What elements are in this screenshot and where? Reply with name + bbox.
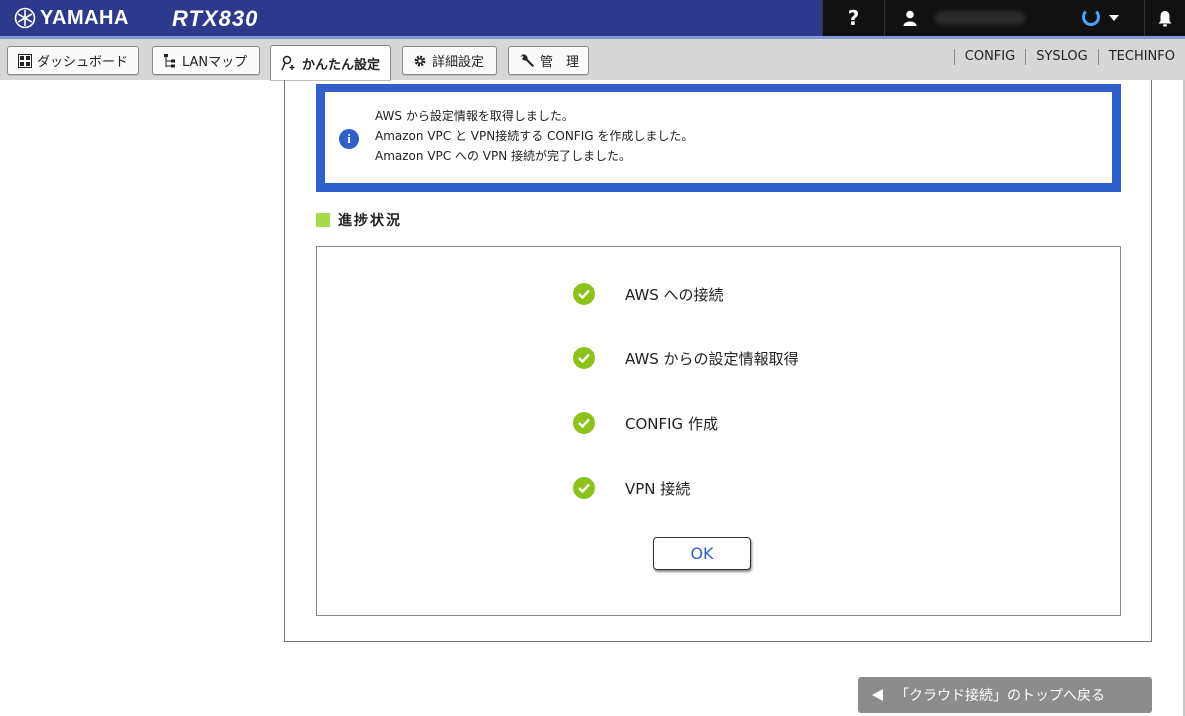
brand-name: YAMAHA [40,6,129,29]
help-button[interactable]: ? [822,0,884,36]
progress-heading: 進捗状況 [316,210,402,230]
header-tools: ? [822,0,1185,36]
brand-logo[interactable]: YAMAHA [14,7,129,29]
arrow-left-icon [872,689,883,701]
check-icon [573,347,595,369]
back-button-label: 「クラウド接続」のトップへ戻る [895,688,1105,704]
bell-icon [1158,10,1172,26]
check-icon [573,412,595,434]
progress-title: 進捗状況 [338,213,402,229]
techinfo-link[interactable]: TECHINFO [1097,49,1185,65]
check-icon [573,477,595,499]
user-name-redacted [935,11,1025,25]
tab-advanced-settings[interactable]: 詳細設定 [402,46,497,75]
syslog-link[interactable]: SYSLOG [1025,49,1098,65]
dashboard-icon [18,53,32,68]
top-header: YAMAHA RTX830 ? [0,0,1185,38]
tab-management[interactable]: 管 理 [508,46,589,75]
wand-icon [281,55,297,71]
loading-spinner-icon [1082,8,1100,26]
progress-step: AWS への接続 [573,283,724,305]
tab-dashboard[interactable]: ダッシュボード [7,46,139,75]
progress-step-label: AWS からの設定情報取得 [625,349,799,368]
progress-box: AWS への接続 AWS からの設定情報取得 CONFIG 作成 VPN 接続 … [316,246,1121,616]
check-icon [573,283,595,305]
gear-icon [413,54,427,68]
tab-lan-map[interactable]: LANマップ [152,46,260,75]
tab-easy-setup-label: かんたん設定 [302,57,381,73]
wrench-icon [519,53,535,69]
section-marker [316,213,330,227]
progress-step-label: VPN 接続 [625,479,691,498]
lan-map-icon [163,53,177,69]
yamaha-emblem-icon [14,7,36,29]
progress-step-label: AWS への接続 [625,285,724,304]
back-to-cloud-top-button[interactable]: 「クラウド接続」のトップへ戻る [858,677,1152,713]
config-link[interactable]: CONFIG [953,49,1025,65]
info-message: AWS から設定情報を取得しました。 Amazon VPC と VPN接続する … [375,106,693,166]
progress-step: AWS からの設定情報取得 [573,347,799,369]
ok-button[interactable]: OK [653,537,751,570]
chevron-down-icon[interactable] [1109,15,1119,21]
info-icon: i [339,129,359,149]
tab-lan-map-label: LANマップ [182,55,248,70]
help-icon: ? [847,6,860,30]
notification-button[interactable] [1144,0,1185,36]
tab-dashboard-label: ダッシュボード [37,55,129,70]
utility-links: CONFIG SYSLOG TECHINFO [953,49,1185,65]
progress-step: VPN 接続 [573,477,690,499]
tab-management-label: 管 理 [540,55,580,70]
main-nav: ダッシュボード LANマップ かんたん設定 詳細設定 管 理 CONFIG SY… [0,39,1185,80]
tab-advanced-settings-label: 詳細設定 [432,55,485,70]
info-line: AWS から設定情報を取得しました。 [375,109,574,123]
tab-easy-setup[interactable]: かんたん設定 [270,45,391,80]
user-menu[interactable] [884,0,1114,36]
progress-step-label: CONFIG 作成 [625,414,718,433]
model-name: RTX830 [172,6,259,31]
user-icon [903,10,917,26]
info-message-box: i AWS から設定情報を取得しました。 Amazon VPC と VPN接続す… [316,84,1121,192]
info-line: Amazon VPC への VPN 接続が完了しました。 [375,149,632,163]
progress-step: CONFIG 作成 [573,412,718,434]
info-line: Amazon VPC と VPN接続する CONFIG を作成しました。 [375,129,694,143]
